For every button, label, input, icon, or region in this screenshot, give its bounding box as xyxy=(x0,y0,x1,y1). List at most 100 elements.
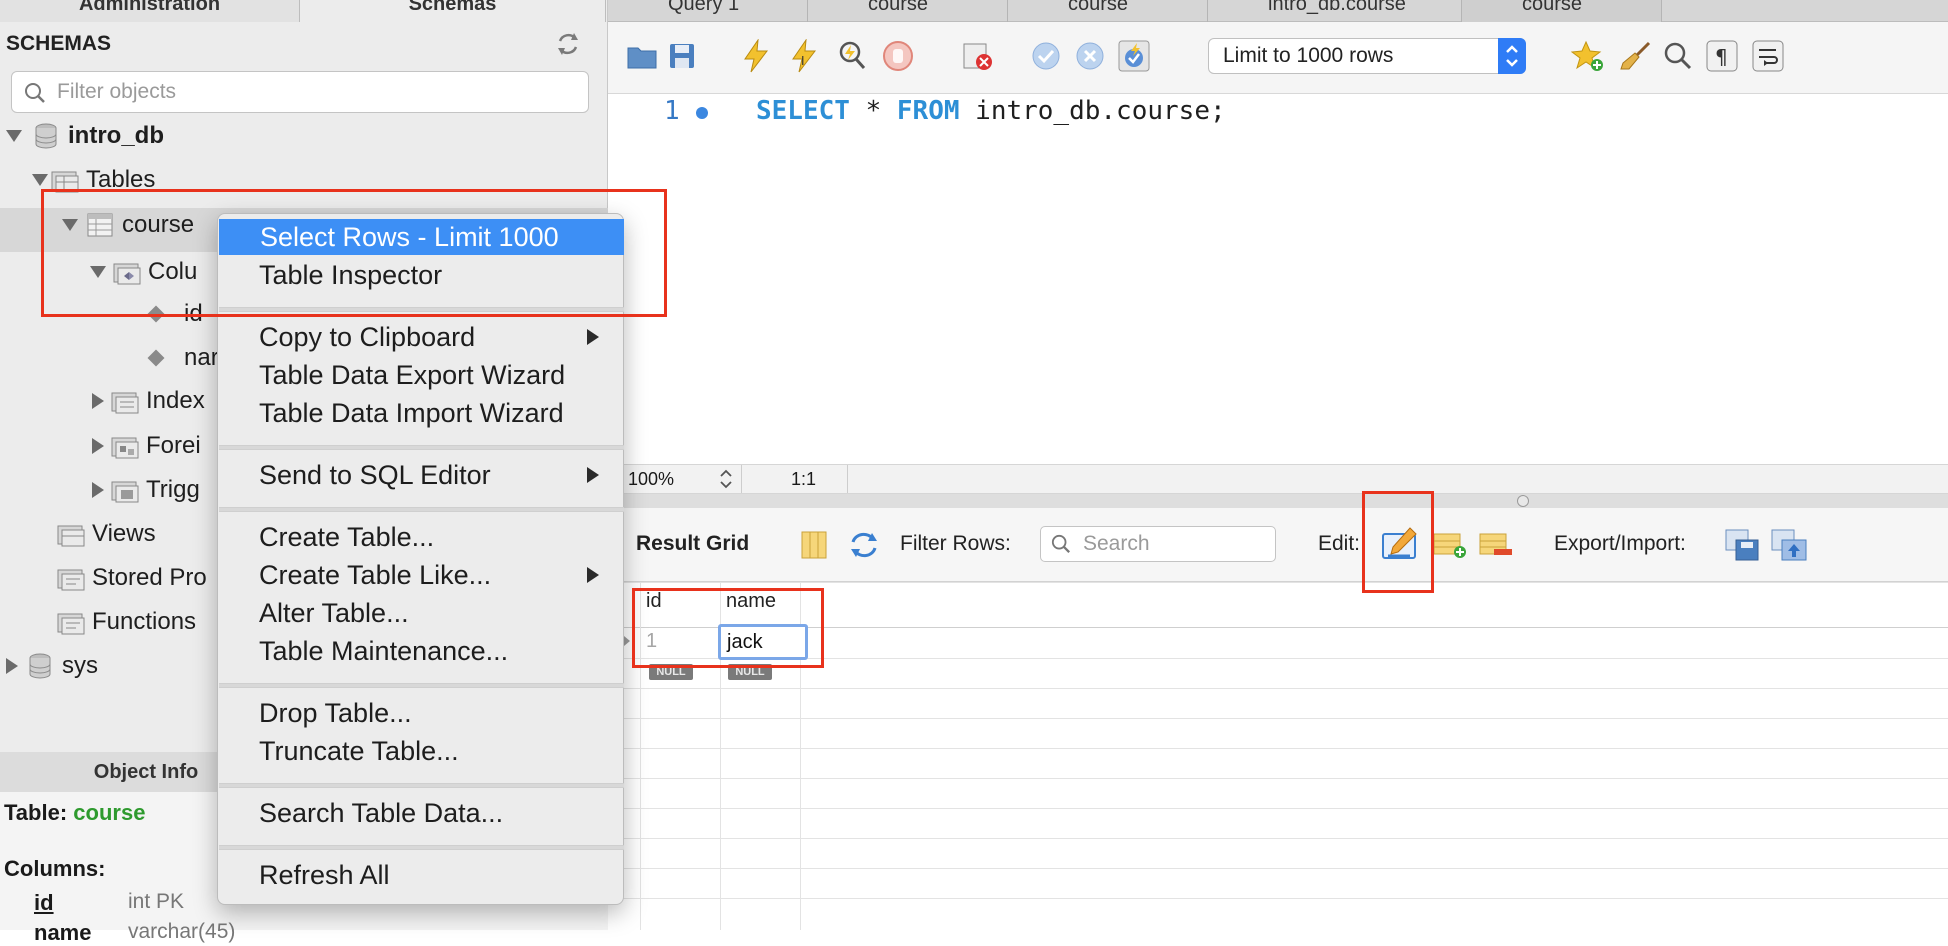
query-tab-2[interactable]: course xyxy=(808,0,1008,22)
sql-star: * xyxy=(849,96,897,126)
grid-line xyxy=(608,748,1948,749)
limit-rows-select[interactable]: Limit to 1000 rows xyxy=(1208,38,1526,74)
menu-item-truncate-table[interactable]: Truncate Table... xyxy=(218,733,623,769)
grid-line xyxy=(608,868,1948,869)
menu-item-copy-to-clipboard[interactable]: Copy to Clipboard xyxy=(218,319,623,355)
expand-right-icon[interactable] xyxy=(92,393,104,409)
find-magnifier-icon[interactable] xyxy=(1660,38,1696,74)
filter-objects-input[interactable] xyxy=(57,77,577,107)
tree-item-intro-db[interactable]: intro_db xyxy=(6,116,164,156)
menu-item-data-export-wizard[interactable]: Table Data Export Wizard xyxy=(218,357,623,393)
toggle-stop-on-error-icon[interactable] xyxy=(960,38,996,74)
export-import-label: Export/Import: xyxy=(1554,532,1686,555)
column-diamond-icon xyxy=(147,349,165,367)
tab-schemas[interactable]: Schemas xyxy=(300,0,606,22)
expand-right-icon[interactable] xyxy=(92,482,104,498)
object-info-table-label: Table: xyxy=(4,800,68,825)
insert-row-icon[interactable] xyxy=(1432,530,1468,565)
submenu-arrow-icon xyxy=(587,467,599,483)
tree-item-foreign-keys[interactable]: Forei xyxy=(92,426,201,466)
expand-down-icon[interactable] xyxy=(32,174,48,186)
add-snippet-star-icon[interactable] xyxy=(1570,38,1606,74)
tree-item-column-name[interactable]: nar xyxy=(147,338,219,378)
filter-rows-field[interactable] xyxy=(1040,526,1276,562)
pane-splitter[interactable] xyxy=(608,494,1948,508)
sidebar-tabs: Administration Schemas xyxy=(0,0,608,22)
filter-rows-input[interactable] xyxy=(1083,530,1263,558)
submenu-arrow-icon xyxy=(587,567,599,583)
beautify-broom-icon[interactable] xyxy=(1618,38,1654,74)
expand-right-icon[interactable] xyxy=(6,658,18,674)
tree-item-sys[interactable]: sys xyxy=(6,646,98,686)
stop-icon[interactable] xyxy=(880,38,916,74)
explain-icon[interactable] xyxy=(834,38,870,74)
tree-item-indexes[interactable]: Index xyxy=(92,381,205,421)
menu-item-create-table-like[interactable]: Create Table Like... xyxy=(218,557,623,593)
expand-right-icon[interactable] xyxy=(92,438,104,454)
refresh-results-icon[interactable] xyxy=(848,530,880,565)
execute-current-icon[interactable]: I xyxy=(786,38,822,74)
autocommit-icon[interactable] xyxy=(1116,38,1152,74)
sql-table-ref: intro_db.course; xyxy=(959,96,1226,126)
save-icon[interactable] xyxy=(664,38,700,74)
splitter-handle[interactable] xyxy=(1517,495,1529,507)
menu-item-refresh-all[interactable]: Refresh All xyxy=(218,857,623,893)
folder-triggers-icon xyxy=(110,476,139,504)
tree-label-foreign-keys: Forei xyxy=(146,432,201,459)
filter-rows-label: Filter Rows: xyxy=(900,532,1011,555)
tree-item-triggers[interactable]: Trigg xyxy=(92,470,200,510)
grid-line xyxy=(608,838,1948,839)
menu-item-alter-table[interactable]: Alter Table... xyxy=(218,595,623,631)
menu-item-search-table-data[interactable]: Search Table Data... xyxy=(218,795,623,831)
search-icon xyxy=(1051,534,1071,559)
result-grid-label[interactable]: Result Grid xyxy=(636,532,749,556)
wrap-lines-icon[interactable] xyxy=(1750,38,1786,74)
tree-label-views: Views xyxy=(92,520,156,547)
rollback-icon[interactable] xyxy=(1072,38,1108,74)
folder-indexes-icon xyxy=(110,387,139,415)
menu-item-label: Create Table Like... xyxy=(259,559,492,590)
invisible-chars-pilcrow-icon[interactable]: ¶ xyxy=(1704,38,1740,74)
menu-item-drop-table[interactable]: Drop Table... xyxy=(218,695,623,731)
delete-row-icon[interactable] xyxy=(1478,530,1514,565)
menu-item-data-import-wizard[interactable]: Table Data Import Wizard xyxy=(218,395,623,431)
stepper-arrows-icon[interactable] xyxy=(719,468,733,495)
form-view-icon[interactable] xyxy=(800,530,828,565)
tree-label-triggers: Trigg xyxy=(146,476,200,503)
sql-statement[interactable]: SELECT * FROM intro_db.course; xyxy=(756,96,1226,126)
import-icon[interactable] xyxy=(1770,528,1808,567)
tab-administration[interactable]: Administration xyxy=(0,0,300,22)
query-tab-1[interactable]: Query 1 xyxy=(608,0,808,22)
sql-editor[interactable] xyxy=(608,94,1948,464)
export-icon[interactable] xyxy=(1724,528,1760,567)
database-icon xyxy=(32,122,60,150)
refresh-icon[interactable] xyxy=(554,30,582,58)
tree-label-stored-procedures: Stored Pro xyxy=(92,564,207,591)
tree-label-intro-db: intro_db xyxy=(68,122,164,149)
sql-editor-toolbar: I Limit to 1000 rows ¶ xyxy=(608,22,1948,94)
open-folder-icon[interactable] xyxy=(624,38,660,74)
expand-down-icon[interactable] xyxy=(6,130,22,142)
execute-lightning-icon[interactable] xyxy=(738,38,774,74)
tree-item-stored-procedures[interactable]: Stored Pro xyxy=(56,558,207,598)
annotation-box-grid-row xyxy=(632,588,824,668)
grid-line xyxy=(608,898,1948,899)
filter-objects-field[interactable] xyxy=(11,71,589,113)
query-tab-4[interactable]: intro_db.course xyxy=(1208,0,1462,22)
menu-item-table-maintenance[interactable]: Table Maintenance... xyxy=(218,633,623,669)
menu-item-create-table[interactable]: Create Table... xyxy=(218,519,623,555)
grid-line xyxy=(608,582,1948,583)
folder-views-icon xyxy=(56,520,85,548)
commit-icon[interactable] xyxy=(1028,38,1064,74)
query-tab-3[interactable]: course xyxy=(1008,0,1208,22)
database-icon xyxy=(26,652,54,680)
zoom-stepper[interactable]: 100% xyxy=(620,465,742,493)
tree-item-functions[interactable]: Functions xyxy=(56,602,196,642)
menu-item-send-to-sql-editor[interactable]: Send to SQL Editor xyxy=(218,457,623,493)
menu-separator xyxy=(219,445,624,450)
object-info-col1-type: int PK xyxy=(128,890,185,913)
query-tab-bar: Query 1 course course intro_db.course co… xyxy=(608,0,1948,22)
query-tab-5[interactable]: course xyxy=(1462,0,1662,22)
tree-item-views[interactable]: Views xyxy=(56,514,156,554)
submenu-arrow-icon xyxy=(587,329,599,345)
